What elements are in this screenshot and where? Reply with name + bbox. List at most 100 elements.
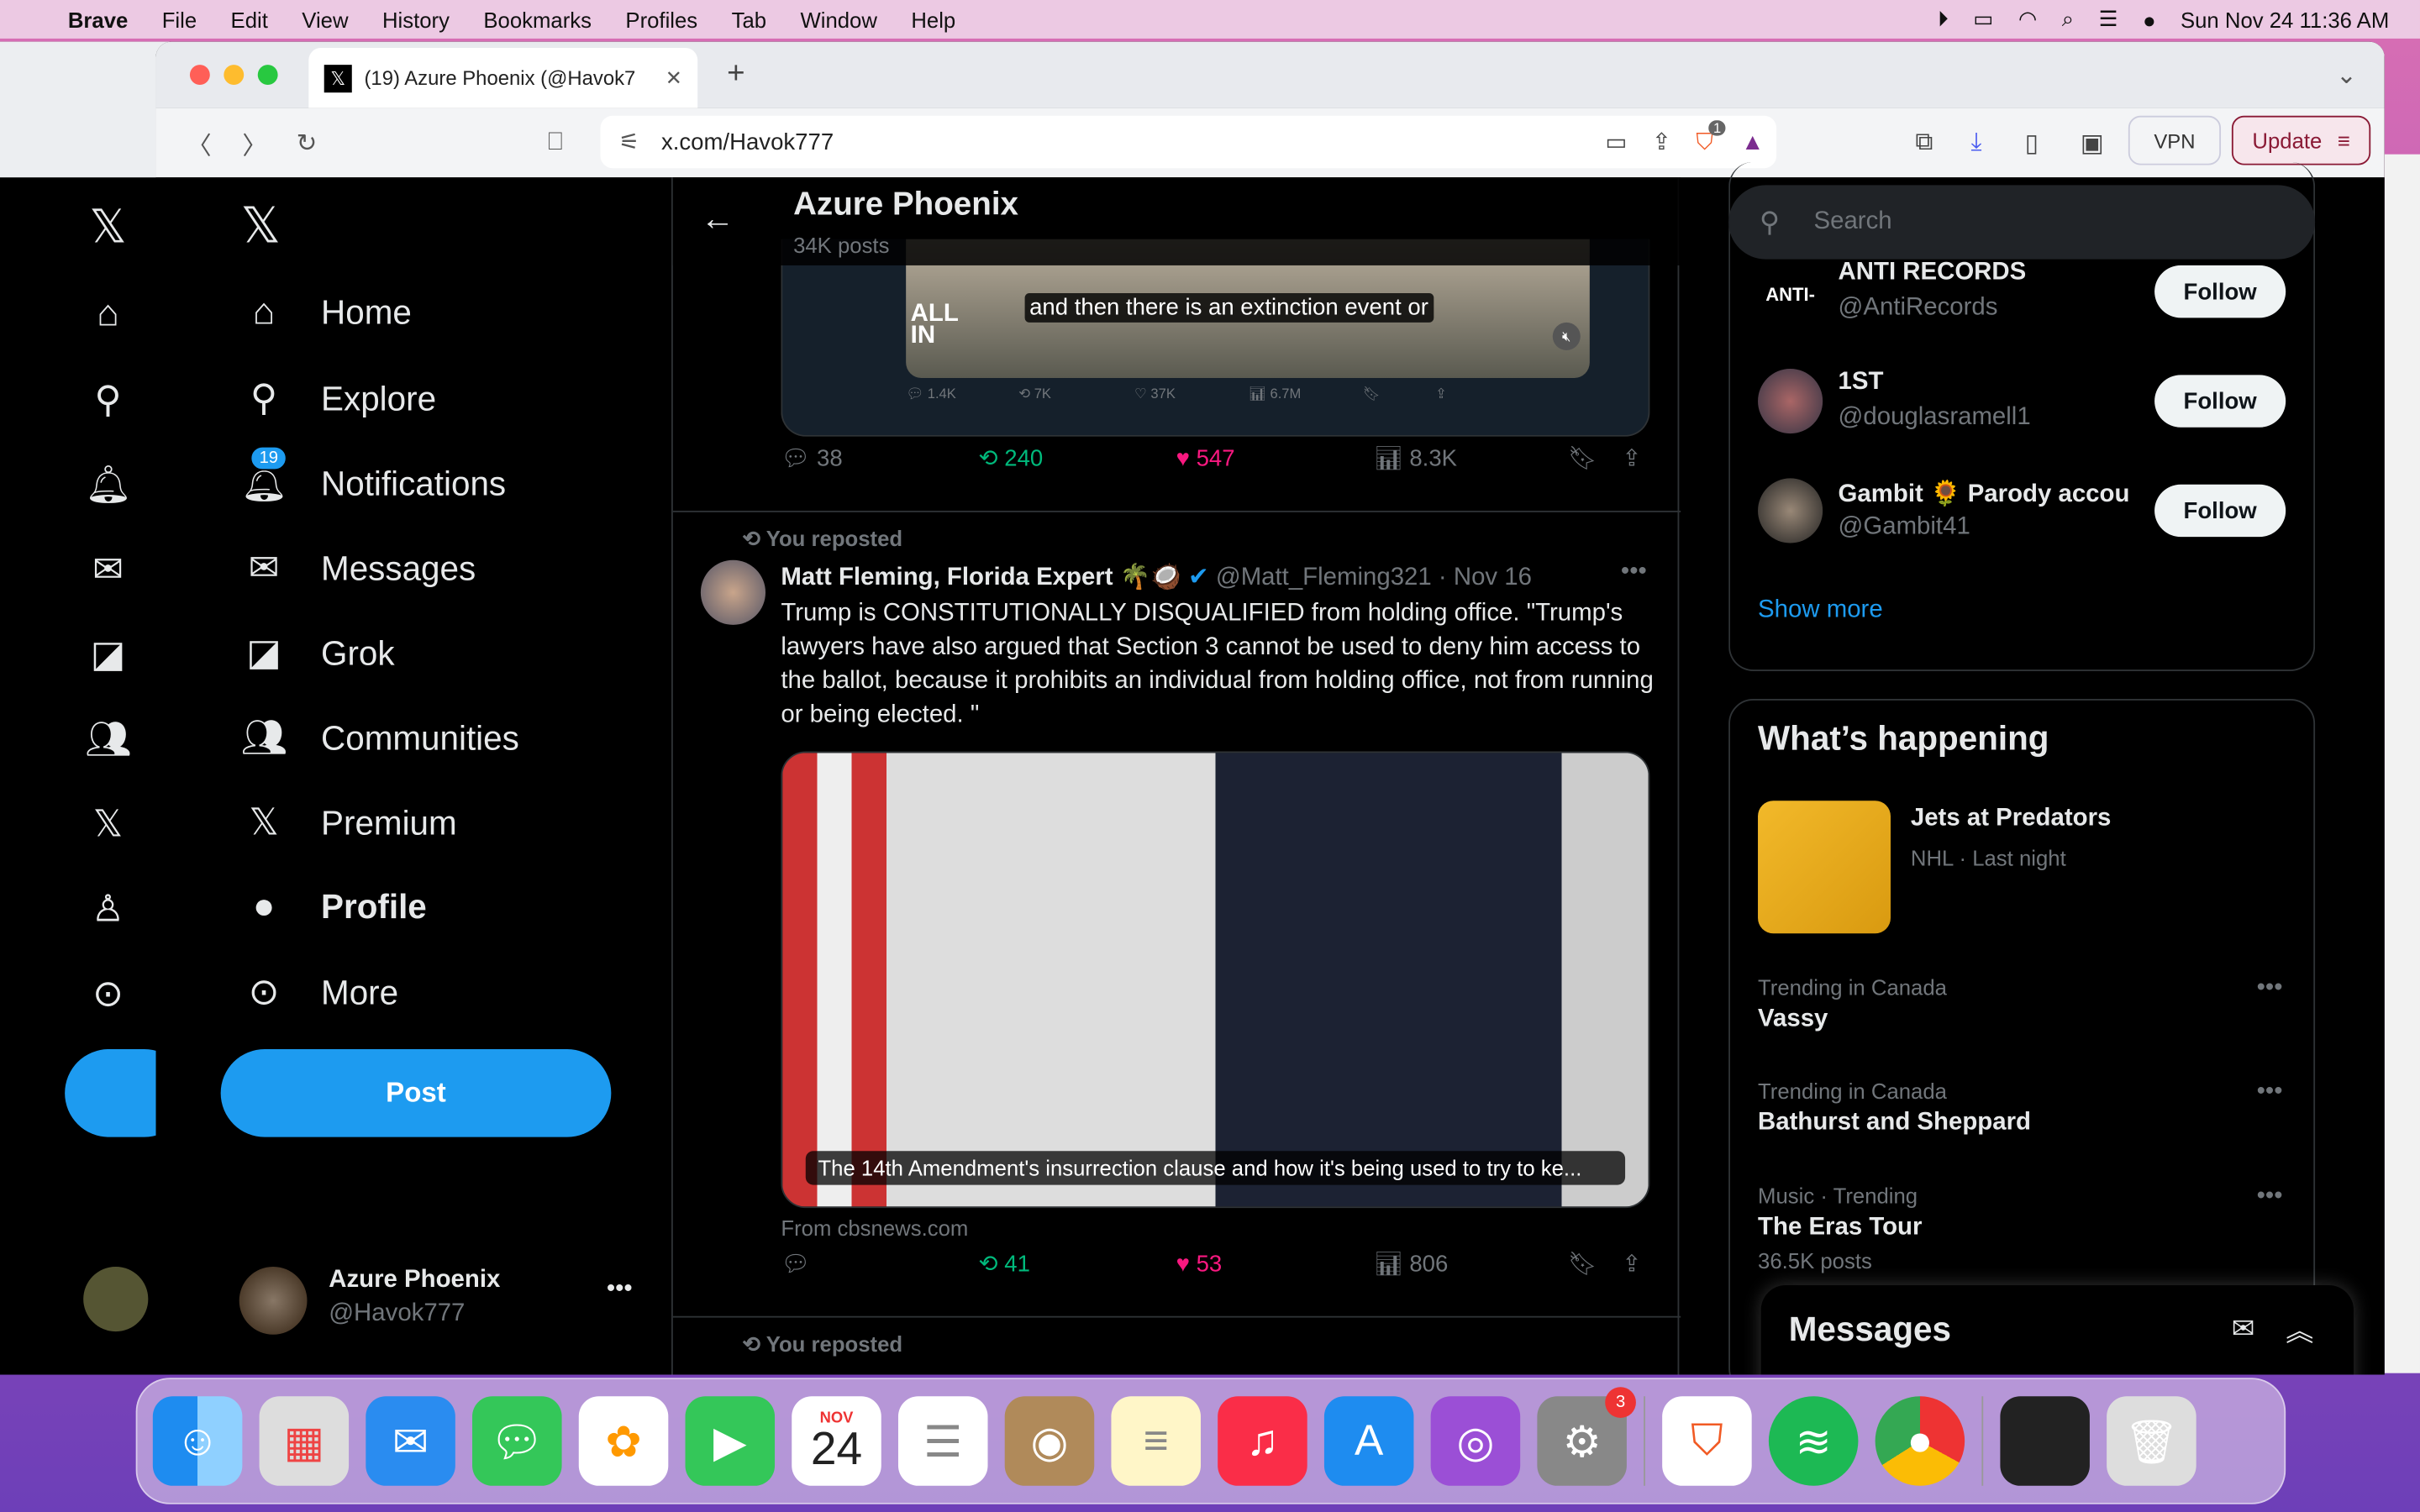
menu-edit[interactable]: Edit	[231, 7, 268, 31]
menu-app[interactable]: Brave	[68, 7, 128, 31]
link-source[interactable]: From cbsnews.com	[781, 1215, 968, 1240]
launchpad-icon[interactable]: ▦	[259, 1396, 350, 1486]
reply-count[interactable]: 💬︎ 1.4K	[906, 385, 956, 402]
control-center-icon[interactable]: ☰	[2099, 6, 2118, 32]
download-icon[interactable]: ⤓	[1971, 129, 1982, 156]
menu-help[interactable]: Help	[911, 7, 955, 31]
clock[interactable]: Sun Nov 24 11:36 AM	[2181, 7, 2389, 31]
menu-window[interactable]: Window	[800, 7, 876, 31]
post-button[interactable]: Post	[220, 1048, 612, 1137]
podcasts-icon[interactable]: ◎	[1430, 1396, 1521, 1486]
follow-button[interactable]: Follow	[2154, 265, 2286, 318]
minimized-window-thumbnail[interactable]	[2000, 1396, 2090, 1486]
zoom-window-button[interactable]	[257, 65, 278, 86]
nav-home[interactable]: ⌂ Home	[241, 291, 412, 334]
menu-view[interactable]: View	[302, 7, 348, 31]
trend-more-icon[interactable]: •••	[2257, 1079, 2283, 1106]
post-date[interactable]: · Nov 16	[1439, 564, 1532, 591]
trend-more-icon[interactable]: •••	[2257, 1184, 2283, 1211]
wallet-icon[interactable]: ▣	[2081, 128, 2104, 159]
show-more-link[interactable]: Show more	[1758, 597, 1883, 625]
music-icon[interactable]: ♫	[1218, 1396, 1307, 1486]
author-name[interactable]: Matt Fleming, Florida Expert 🌴🥥	[781, 564, 1181, 591]
nav-messages[interactable]: ✉ Messages	[241, 546, 476, 591]
forward-icon[interactable]: 〉	[242, 124, 266, 161]
like-count[interactable]: ♡ 37K	[1134, 385, 1176, 402]
new-message-icon[interactable]: ✉	[2232, 1313, 2255, 1346]
repost-count[interactable]: ⟲ 7K	[1018, 385, 1051, 402]
bookmark-button[interactable]: 🔖︎	[1568, 1250, 1597, 1278]
reminders-icon[interactable]: ☰	[897, 1396, 988, 1486]
avatar[interactable]	[1758, 368, 1823, 434]
home-icon[interactable]: ⌂	[85, 293, 131, 336]
avatar[interactable]	[1758, 478, 1823, 543]
nav-grok[interactable]: ◪ Grok	[241, 631, 394, 675]
post-more-icon[interactable]: •••	[1621, 559, 1647, 586]
bell-icon[interactable]: 🔔︎	[85, 463, 132, 507]
reload-icon[interactable]: ↻	[297, 128, 318, 159]
bookmark-icon[interactable]: 🔖︎	[1363, 385, 1381, 402]
spotlight-icon[interactable]: ⌕	[2062, 6, 2074, 32]
mute-icon[interactable]: 🔇︎	[1552, 322, 1581, 350]
reply-button[interactable]: 💬︎ 38	[781, 444, 842, 472]
grok-icon[interactable]: ◪	[85, 633, 131, 677]
like-button[interactable]: ♥ 53	[1176, 1251, 1223, 1277]
people-icon[interactable]: 👥︎	[85, 717, 132, 762]
repost-button[interactable]: ⟲ 240	[978, 444, 1043, 472]
x-icon[interactable]: 𝕏	[85, 802, 131, 847]
app-store-icon[interactable]: A	[1323, 1396, 1414, 1486]
wifi-icon[interactable]: ◠	[2018, 6, 2037, 32]
author-handle[interactable]: @Matt_Fleming321	[1216, 564, 1432, 591]
menu-file[interactable]: File	[162, 7, 197, 31]
mail-icon[interactable]: ✉	[366, 1396, 455, 1486]
tab-list-chevron-icon[interactable]: ⌄	[2336, 60, 2357, 92]
menu-tab[interactable]: Tab	[732, 7, 766, 31]
menu-history[interactable]: History	[382, 7, 450, 31]
views-count[interactable]: 📊︎ 6.7M	[1249, 385, 1301, 402]
messages-drawer[interactable]: Messages ✉ ︽	[1760, 1284, 2354, 1375]
nav-communities[interactable]: 👥︎ Communities	[241, 716, 519, 760]
like-button[interactable]: ♥ 547	[1176, 445, 1235, 471]
address-bar[interactable]: ⚟ x.com/Havok777 ▭ ⇪ ⛉ 1 ▲	[600, 115, 1777, 169]
reply-button[interactable]: 💬︎	[781, 1250, 810, 1278]
trend-more-icon[interactable]: •••	[2257, 975, 2283, 1003]
notes-icon[interactable]: ≡	[1111, 1396, 1201, 1486]
views-button[interactable]: 📊︎ 806	[1374, 1250, 1449, 1278]
search-input[interactable]: ⚲ Search	[1728, 185, 2316, 260]
bookmark-button[interactable]: 🔖︎	[1568, 444, 1597, 472]
views-button[interactable]: 📊︎ 8.3K	[1374, 444, 1457, 472]
new-tab-icon[interactable]: +	[727, 57, 744, 92]
quoted-post[interactable]: ALL IN and then there is an extinction e…	[781, 239, 1650, 437]
back-icon[interactable]: 〈	[187, 124, 211, 161]
share-icon[interactable]: ⇪	[1652, 128, 1671, 155]
close-tab-icon[interactable]: ✕	[666, 66, 682, 90]
contacts-icon[interactable]: ◉	[1004, 1396, 1095, 1486]
close-window-button[interactable]	[189, 65, 210, 86]
repost-button[interactable]: ⟲ 41	[978, 1250, 1029, 1278]
messages-icon[interactable]: 💬︎	[472, 1396, 562, 1486]
siri-icon[interactable]: ●	[2143, 7, 2156, 31]
finder-icon[interactable]: ☺	[152, 1396, 243, 1486]
site-settings-icon[interactable]: ⚟	[619, 128, 640, 155]
menu-bookmarks[interactable]: Bookmarks	[483, 7, 592, 31]
search-icon[interactable]: ⚲	[85, 378, 131, 423]
vpn-button[interactable]: VPN	[2128, 115, 2222, 165]
nav-profile[interactable]: ● Profile	[241, 885, 427, 928]
photos-icon[interactable]: ✿	[578, 1396, 669, 1486]
x-logo-icon[interactable]: 𝕏	[241, 196, 281, 255]
follow-button[interactable]: Follow	[2154, 484, 2286, 538]
more-icon[interactable]: ⊙	[85, 972, 131, 1016]
system-settings-icon[interactable]: ⚙ 3	[1537, 1387, 1636, 1486]
share-button[interactable]: ⇪	[1622, 444, 1641, 472]
account-switcher[interactable]: Azure Phoenix @Havok777 •••	[239, 1266, 718, 1344]
minimize-window-button[interactable]	[224, 65, 245, 86]
nav-notifications[interactable]: 🔔︎ 19 Notifications	[241, 445, 506, 506]
follow-button[interactable]: Follow	[2154, 375, 2286, 428]
trend-item[interactable]: Music · Trending The Eras Tour 36.5K posts	[1758, 1184, 1922, 1273]
share-icon[interactable]: ⇪	[1435, 385, 1447, 402]
spotify-icon[interactable]: ≋	[1768, 1396, 1859, 1486]
nav-explore[interactable]: ⚲ Explore	[241, 376, 436, 421]
bookmark-icon[interactable]: ⎕	[548, 129, 563, 156]
cast-icon[interactable]: ▭	[1605, 128, 1627, 155]
menu-profiles[interactable]: Profiles	[625, 7, 697, 31]
